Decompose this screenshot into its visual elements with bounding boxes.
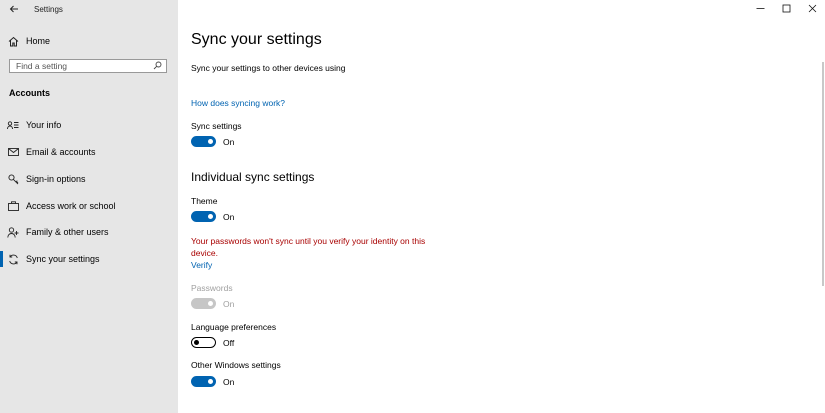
- how-syncing-works-link[interactable]: How does syncing work?: [191, 98, 285, 108]
- sidebar-item-label: Sync your settings: [26, 254, 100, 264]
- theme-toggle-row: On: [191, 211, 234, 222]
- password-warning: Your passwords won't sync until you veri…: [191, 236, 426, 258]
- sync-settings-toggle-row: On: [191, 136, 234, 147]
- close-button[interactable]: [799, 0, 825, 18]
- close-icon: [808, 0, 817, 18]
- sidebar-item-sync-settings[interactable]: Sync your settings: [0, 250, 178, 268]
- back-button[interactable]: [6, 2, 22, 18]
- verify-link[interactable]: Verify: [191, 260, 212, 270]
- sidebar: Settings Home Accounts Your info Email &…: [0, 0, 178, 413]
- search-icon[interactable]: [153, 57, 162, 75]
- page-subtitle: Sync your settings to other devices usin…: [191, 63, 346, 73]
- user-info-icon: [0, 120, 26, 130]
- person-add-icon: [0, 226, 26, 238]
- sidebar-item-label: Sign-in options: [26, 174, 86, 184]
- language-toggle[interactable]: [191, 337, 216, 348]
- home-icon: [0, 36, 26, 47]
- passwords-state: On: [223, 298, 235, 309]
- toggle-knob: [208, 378, 213, 384]
- minimize-icon: [756, 0, 765, 18]
- sidebar-item-family-users[interactable]: Family & other users: [0, 223, 178, 241]
- search-box[interactable]: [9, 59, 167, 73]
- search-input[interactable]: [16, 61, 136, 71]
- passwords-toggle-row: On: [191, 298, 234, 309]
- sidebar-item-label: Access work or school: [26, 201, 116, 211]
- language-label: Language preferences: [191, 322, 277, 332]
- language-state: Off: [223, 337, 235, 348]
- sidebar-item-email-accounts[interactable]: Email & accounts: [0, 143, 178, 161]
- sidebar-item-access-work[interactable]: Access work or school: [0, 197, 178, 215]
- back-arrow-icon: [9, 1, 19, 19]
- section-title: Individual sync settings: [191, 170, 315, 184]
- app-title: Settings: [34, 5, 63, 14]
- sidebar-item-your-info[interactable]: Your info: [0, 116, 178, 134]
- toggle-knob: [208, 300, 213, 306]
- mail-icon: [0, 148, 26, 156]
- nav-home-label: Home: [26, 36, 51, 46]
- sync-settings-state: On: [223, 136, 235, 147]
- theme-label: Theme: [191, 196, 218, 206]
- maximize-icon: [782, 0, 791, 18]
- page-title: Sync your settings: [191, 31, 322, 48]
- nav-home[interactable]: Home: [0, 32, 178, 50]
- briefcase-icon: [0, 201, 26, 211]
- key-icon: [0, 173, 26, 185]
- passwords-label: Passwords: [191, 283, 233, 293]
- other-settings-toggle[interactable]: [191, 376, 216, 387]
- theme-toggle[interactable]: [191, 211, 216, 222]
- other-settings-toggle-row: On: [191, 376, 234, 387]
- sync-settings-label: Sync settings: [191, 121, 242, 131]
- sidebar-item-label: Family & other users: [26, 227, 109, 237]
- other-settings-label: Other Windows settings: [191, 360, 281, 370]
- theme-state: On: [223, 211, 235, 222]
- sidebar-item-sign-in-options[interactable]: Sign-in options: [0, 170, 178, 188]
- sidebar-item-label: Your info: [26, 120, 62, 130]
- toggle-knob: [194, 339, 199, 345]
- sidebar-item-label: Email & accounts: [26, 147, 96, 157]
- toggle-knob: [208, 213, 213, 219]
- scrollbar[interactable]: [822, 62, 824, 286]
- other-settings-state: On: [223, 376, 235, 387]
- minimize-button[interactable]: [747, 0, 773, 18]
- sync-icon: [0, 254, 26, 265]
- toggle-knob: [208, 138, 213, 144]
- sync-settings-toggle[interactable]: [191, 136, 216, 147]
- sidebar-section-title: Accounts: [9, 88, 51, 98]
- passwords-toggle: [191, 298, 216, 309]
- language-toggle-row: Off: [191, 337, 234, 348]
- maximize-button[interactable]: [773, 0, 799, 18]
